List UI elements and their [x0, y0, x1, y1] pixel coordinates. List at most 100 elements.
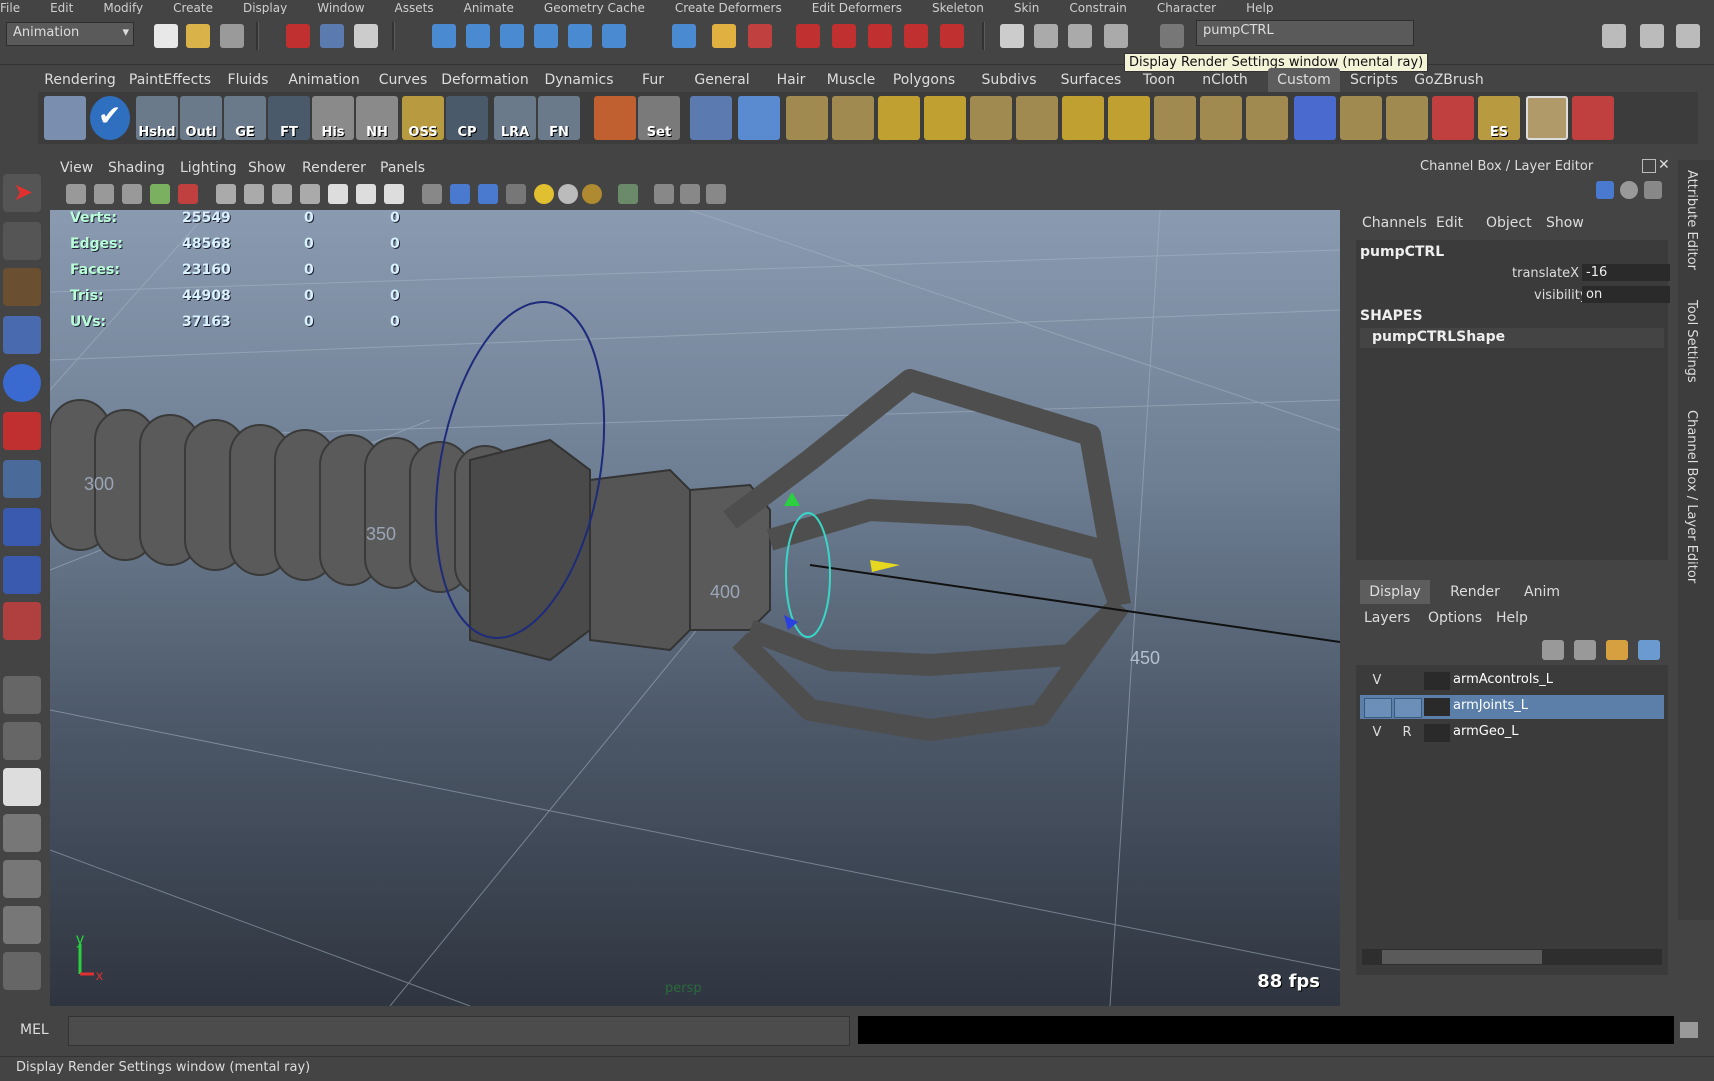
layer-row[interactable]: V armAcontrols_L — [1360, 669, 1664, 693]
perspective-viewport[interactable]: 300 350 400 450 y x Verts: 25549 0 0 Edg… — [50, 210, 1340, 1006]
select-by-hierarchy-icon[interactable] — [286, 24, 310, 48]
shelf-tab[interactable]: Muscle — [822, 68, 880, 92]
layer-row[interactable]: armJoints_L — [1360, 695, 1664, 719]
xray-joints-icon[interactable] — [680, 184, 700, 204]
layer-color-swatch[interactable] — [1424, 698, 1450, 716]
graph-editor-icon[interactable] — [1068, 24, 1092, 48]
layer-row[interactable]: V R armGeo_L — [1360, 721, 1664, 745]
viewport-menu-view[interactable]: View — [60, 160, 93, 176]
shelf-button-center-pivot[interactable]: CP — [446, 96, 488, 140]
new-empty-layer-icon[interactable] — [1606, 640, 1628, 660]
shelf-button-poly-tool-4[interactable] — [924, 96, 966, 140]
manipulator-icon[interactable] — [1596, 181, 1614, 199]
grid-icon[interactable] — [216, 184, 236, 204]
camera-attributes-icon[interactable] — [94, 184, 114, 204]
tool-settings-toggle-icon[interactable] — [1640, 24, 1664, 48]
tab-attribute-editor[interactable]: Attribute Editor — [1684, 170, 1699, 270]
default-light-icon[interactable] — [534, 184, 554, 204]
shelf-button-poly-tool-3[interactable] — [878, 96, 920, 140]
outliner-icon[interactable] — [1034, 24, 1058, 48]
wireframe-on-shaded-icon[interactable] — [478, 184, 498, 204]
snap-view-icon[interactable] — [534, 24, 558, 48]
shelf-button-graph-editor[interactable]: GE — [224, 96, 266, 140]
lock-icon[interactable] — [712, 24, 736, 48]
shelf-button-poly-tool-7[interactable] — [1062, 96, 1104, 140]
menu-item[interactable]: Create Deformers — [675, 2, 782, 14]
layer-display-type-toggle[interactable] — [1394, 698, 1422, 718]
soft-mod-tool-icon[interactable] — [3, 508, 41, 546]
rotate-tool-icon[interactable] — [3, 364, 41, 402]
shelf-tab[interactable]: Dynamics — [534, 68, 624, 92]
layout-graph-icon[interactable] — [3, 860, 41, 898]
channels-menu-channels[interactable]: Channels — [1362, 215, 1427, 231]
shelf-button-poly-tool-8[interactable] — [1108, 96, 1150, 140]
shelf-button-freeze-transforms[interactable]: FT — [268, 96, 310, 140]
xray-icon[interactable] — [654, 184, 674, 204]
shelf-button-poly-tool-10[interactable] — [1200, 96, 1242, 140]
menu-item[interactable]: Character — [1157, 2, 1216, 14]
layout-four-view-icon[interactable] — [3, 676, 41, 714]
shelf-button-poly-tool-2[interactable] — [832, 96, 874, 140]
shelf-button-es[interactable]: ES — [1478, 96, 1520, 140]
menu-item[interactable]: Modify — [103, 2, 143, 14]
shelf-button-cone[interactable] — [1294, 96, 1336, 140]
menu-item[interactable]: Create — [173, 2, 213, 14]
bookmarks-icon[interactable] — [122, 184, 142, 204]
xray-components-icon[interactable] — [706, 184, 726, 204]
shelf-tab[interactable]: Fur — [628, 68, 678, 92]
shelf-tab[interactable]: Curves — [370, 68, 436, 92]
render-settings-icon[interactable] — [868, 24, 892, 48]
layer-name[interactable]: armAcontrols_L — [1453, 672, 1553, 687]
help-icon[interactable] — [672, 24, 696, 48]
hyper-icon[interactable] — [1644, 181, 1662, 199]
menu-item[interactable]: Display — [243, 2, 287, 14]
tab-display[interactable]: Display — [1360, 580, 1430, 604]
shelf-tab[interactable]: PaintEffects — [126, 68, 214, 92]
shelf-button-poly-tool-9[interactable] — [1154, 96, 1196, 140]
smooth-shade-icon[interactable] — [450, 184, 470, 204]
shelf-tab[interactable]: Toon — [1134, 68, 1184, 92]
shelf-button-check[interactable]: ✔ — [90, 96, 130, 140]
hypershade-icon[interactable] — [904, 24, 928, 48]
viewport-menu-renderer[interactable]: Renderer — [302, 160, 366, 176]
last-tool-icon[interactable] — [3, 602, 41, 640]
select-camera-icon[interactable] — [66, 184, 86, 204]
channel-box-toggle-icon[interactable] — [1676, 24, 1700, 48]
move-tool-icon[interactable] — [3, 316, 41, 354]
shelf-button-sphere-material[interactable] — [1526, 96, 1568, 140]
new-scene-icon[interactable] — [154, 24, 178, 48]
shelf-tab[interactable]: Hair — [764, 68, 818, 92]
isolate-select-icon[interactable] — [618, 184, 638, 204]
paint-select-tool-icon[interactable] — [3, 268, 41, 306]
shape-row[interactable]: pumpCTRLShape — [1360, 328, 1664, 348]
open-scene-icon[interactable] — [186, 24, 210, 48]
menu-item[interactable]: Edit Deformers — [812, 2, 902, 14]
node-editor-icon[interactable] — [1104, 24, 1128, 48]
menu-item[interactable]: Assets — [395, 2, 434, 14]
shelf-button-render[interactable] — [44, 96, 86, 140]
shelf-button-poly-tool-1[interactable] — [786, 96, 828, 140]
shelf-tab[interactable]: Animation — [282, 68, 366, 92]
shelf-tab[interactable]: Polygons — [884, 68, 964, 92]
speed-icon[interactable] — [1620, 181, 1638, 199]
channels-menu-edit[interactable]: Edit — [1436, 215, 1463, 231]
ipr-render-icon[interactable] — [832, 24, 856, 48]
show-manipulator-icon[interactable] — [3, 556, 41, 594]
menu-item[interactable]: Window — [317, 2, 364, 14]
menu-item[interactable]: Animate — [464, 2, 514, 14]
snap-live-icon[interactable] — [602, 24, 626, 48]
shelf-button-uv-tool-2[interactable] — [1386, 96, 1428, 140]
shelf-button-poly-tool-11[interactable] — [1246, 96, 1288, 140]
mel-input-field[interactable] — [68, 1016, 850, 1046]
menu-set-dropdown[interactable]: Animation ▾ — [6, 22, 134, 46]
field-chart-icon[interactable] — [328, 184, 348, 204]
layers-menu-layers[interactable]: Layers — [1364, 610, 1410, 626]
layout-two-view-icon[interactable] — [3, 814, 41, 852]
select-by-object-icon[interactable] — [320, 24, 344, 48]
tab-tool-settings[interactable]: Tool Settings — [1684, 300, 1699, 383]
menu-item[interactable]: Help — [1246, 2, 1273, 14]
shelf-tab[interactable]: GoZBrush — [1410, 68, 1488, 92]
shelf-button-paint[interactable] — [1432, 96, 1474, 140]
all-lights-icon[interactable] — [558, 184, 578, 204]
wireframe-icon[interactable] — [422, 184, 442, 204]
